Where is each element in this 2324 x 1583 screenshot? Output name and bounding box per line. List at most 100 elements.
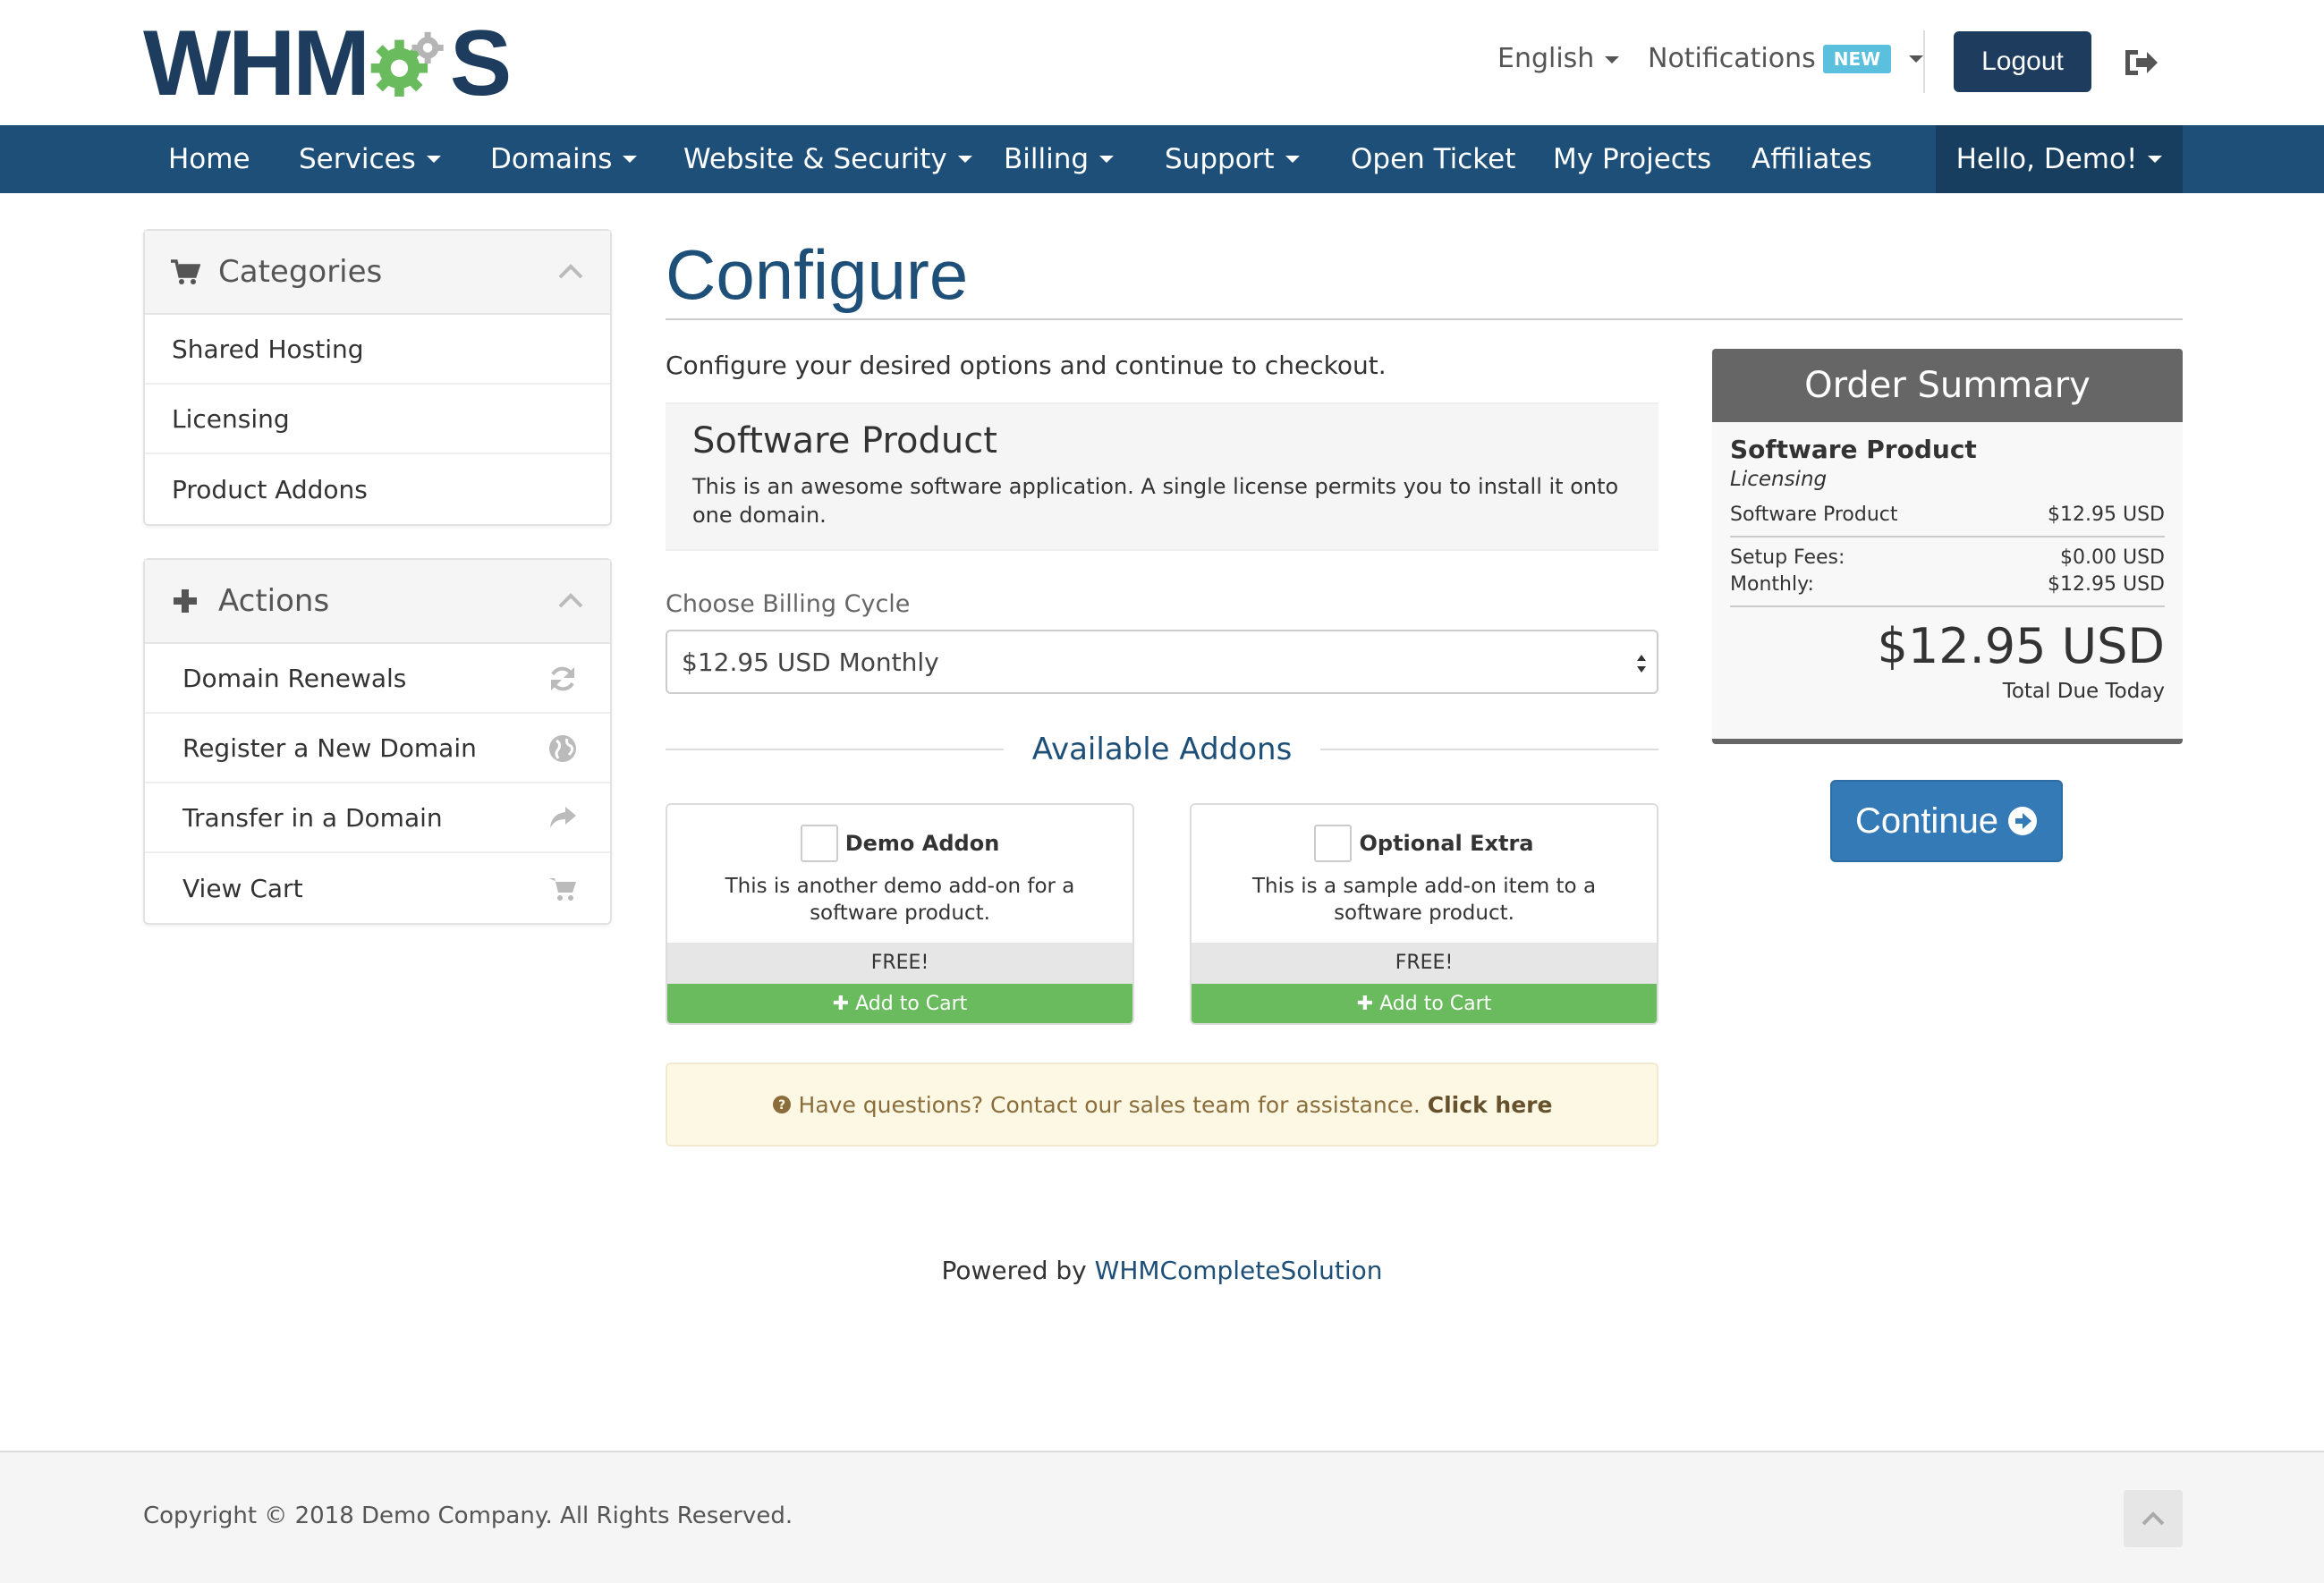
total-due-amount: $12.95 USD: [1877, 618, 2166, 674]
summary-monthly: Monthly: $12.95 USD: [1730, 571, 2165, 598]
action-label: Domain Renewals: [182, 663, 407, 693]
logo-text-right: S: [449, 12, 512, 115]
refresh-icon: [551, 666, 574, 691]
user-greeting: Hello, Demo!: [1955, 143, 2138, 175]
plus-icon: [174, 589, 197, 613]
globe-icon: [549, 735, 576, 762]
whmcs-logo[interactable]: WHM S: [143, 12, 519, 115]
continue-button[interactable]: Continue: [1830, 780, 2063, 862]
nav-billing[interactable]: Billing: [979, 125, 1139, 193]
categories-panel: Categories Shared Hosting Licensing Prod…: [143, 229, 612, 526]
shopping-cart-icon: [171, 259, 200, 284]
add-to-cart-label: Add to Cart: [855, 993, 968, 1015]
select-arrows-icon: [1637, 655, 1646, 673]
svg-text:?: ?: [777, 1098, 785, 1113]
add-to-cart-label: Add to Cart: [1379, 993, 1492, 1015]
arrow-circle-right-icon: [2008, 807, 2038, 835]
summary-product-name: Software Product: [1730, 435, 1977, 464]
main-navigation: Home Services Domains Website & Security…: [0, 125, 2324, 193]
addon-checkbox[interactable]: [1314, 825, 1353, 862]
heading-rule: [666, 749, 1004, 750]
nav-label: Website & Security: [683, 143, 947, 175]
powered-by-prefix: Powered by: [941, 1256, 1087, 1285]
nav-label: Affiliates: [1751, 143, 1872, 175]
addon-description: This is another demo add-on for a softwa…: [725, 875, 1075, 925]
category-shared-hosting[interactable]: Shared Hosting: [145, 315, 610, 385]
nav-support[interactable]: Support: [1140, 125, 1325, 193]
action-transfer-domain[interactable]: Transfer in a Domain: [145, 783, 610, 853]
category-label: Shared Hosting: [172, 334, 364, 364]
chevron-up-icon: [2142, 1511, 2165, 1526]
logo-text-left: WHM: [143, 12, 370, 115]
nav-label: Home: [168, 143, 250, 175]
notifications-label: Notifications: [1648, 43, 1816, 74]
nav-domains[interactable]: Domains: [465, 125, 662, 193]
summary-line-item: Software Product $12.95 USD: [1730, 502, 2165, 529]
product-name: Software Product: [692, 420, 997, 461]
product-info: Software Product This is an awesome soft…: [666, 402, 1658, 551]
addon-price: FREE!: [1192, 943, 1657, 984]
chevron-down-icon: [1909, 55, 1924, 63]
language-selector[interactable]: English: [1497, 43, 1620, 74]
back-to-top-button[interactable]: [2124, 1490, 2183, 1547]
nav-my-projects[interactable]: My Projects: [1528, 125, 1736, 193]
sign-out-icon[interactable]: [2122, 47, 2161, 79]
nav-services[interactable]: Services: [274, 125, 466, 193]
nav-website-security[interactable]: Website & Security: [658, 125, 997, 193]
total-due-label: Total Due Today: [2002, 680, 2165, 703]
actions-panel-header[interactable]: Actions: [145, 560, 610, 644]
nav-label: Support: [1165, 143, 1275, 175]
monthly-price: $12.95 USD: [2048, 573, 2165, 596]
addon-title[interactable]: Demo Addon: [667, 825, 1132, 862]
addon-title[interactable]: Optional Extra: [1192, 825, 1657, 862]
logout-button[interactable]: Logout: [1954, 31, 2091, 92]
categories-title: Categories: [218, 254, 383, 290]
chevron-up-icon[interactable]: [558, 592, 583, 608]
actions-title: Actions: [218, 583, 330, 619]
add-to-cart-button[interactable]: ✚ Add to Cart: [1192, 984, 1657, 1023]
action-domain-renewals[interactable]: Domain Renewals: [145, 644, 610, 714]
chevron-up-icon[interactable]: [558, 263, 583, 279]
powered-by-link[interactable]: WHMCompleteSolution: [1095, 1256, 1383, 1285]
action-register-domain[interactable]: Register a New Domain: [145, 714, 610, 783]
addon-card: Demo Addon This is another demo add-on f…: [666, 803, 1134, 1025]
nav-affiliates[interactable]: Affiliates: [1726, 125, 1897, 193]
billing-cycle-select[interactable]: $12.95 USD Monthly: [666, 630, 1658, 694]
question-circle-icon: ?: [772, 1096, 791, 1113]
setup-fees-label: Setup Fees:: [1730, 546, 1845, 569]
order-summary: Order Summary Software Product Licensing…: [1712, 349, 2183, 744]
addon-description: This is a sample add-on item to a softwa…: [1251, 875, 1597, 925]
nav-label: Billing: [1004, 143, 1090, 175]
category-licensing[interactable]: Licensing: [145, 385, 610, 454]
share-icon: [550, 807, 576, 828]
chevron-down-icon: [1099, 156, 1115, 163]
categories-panel-header[interactable]: Categories: [145, 231, 610, 315]
addon-name: Optional Extra: [1359, 831, 1534, 856]
addon-name: Demo Addon: [844, 831, 1000, 856]
category-product-addons[interactable]: Product Addons: [145, 454, 610, 524]
nav-open-ticket[interactable]: Open Ticket: [1326, 125, 1540, 193]
nav-home[interactable]: Home: [143, 125, 276, 193]
order-summary-title: Order Summary: [1712, 349, 2183, 422]
nav-label: My Projects: [1553, 143, 1712, 175]
chevron-down-icon: [1285, 156, 1300, 163]
gear-logo-icon: [370, 31, 444, 97]
click-here-link[interactable]: Click here: [1428, 1092, 1553, 1118]
action-label: View Cart: [182, 873, 303, 903]
help-text: Have questions? Contact our sales team f…: [798, 1091, 1421, 1118]
site-header: WHM S English Notifications NEW Logout: [0, 0, 2324, 125]
setup-fees-price: $0.00 USD: [2060, 546, 2165, 569]
plus-icon: ✚: [832, 993, 856, 1015]
summary-setup-fees: Setup Fees: $0.00 USD: [1730, 545, 2165, 571]
chevron-down-icon: [957, 156, 972, 163]
user-account-menu[interactable]: Hello, Demo!: [1936, 125, 2183, 193]
intro-text: Configure your desired options and conti…: [666, 351, 1387, 380]
add-to-cart-button[interactable]: ✚ Add to Cart: [667, 984, 1132, 1023]
language-label: English: [1497, 43, 1595, 74]
addon-checkbox[interactable]: [800, 825, 838, 862]
action-view-cart[interactable]: View Cart: [145, 853, 610, 923]
summary-divider: [1730, 536, 2165, 538]
notifications-menu[interactable]: Notifications NEW: [1648, 43, 1924, 74]
nav-label: Domains: [490, 143, 613, 175]
page-title: Configure: [666, 235, 969, 314]
